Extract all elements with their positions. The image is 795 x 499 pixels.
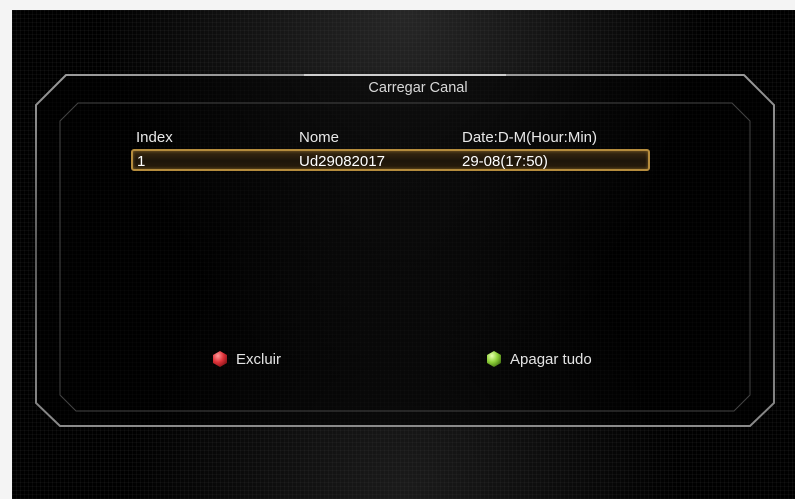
delete-label: Excluir — [236, 350, 282, 368]
row-index: 1 — [137, 153, 146, 170]
red-key-icon — [213, 351, 227, 367]
dialog-frame — [35, 74, 775, 427]
column-header-index: Index — [136, 129, 173, 146]
clear-all-button[interactable]: Apagar tudo — [486, 350, 592, 368]
row-name: Ud29082017 — [299, 153, 385, 170]
column-header-date: Date:D-M(Hour:Min) — [462, 129, 598, 146]
delete-button[interactable]: Excluir — [212, 350, 281, 368]
row-date: 29-08(17:50) — [462, 153, 548, 170]
green-key-icon — [487, 351, 501, 367]
tv-screen: Carregar Canal Index Nome Date:D-M(Hour:… — [12, 10, 795, 499]
channel-list-row-selected[interactable]: 1 Ud29082017 29-08(17:50) — [131, 149, 650, 171]
clear-all-label: Apagar tudo — [510, 350, 592, 368]
column-header-name: Nome — [299, 129, 340, 146]
dialog-title: Carregar Canal — [368, 80, 468, 96]
